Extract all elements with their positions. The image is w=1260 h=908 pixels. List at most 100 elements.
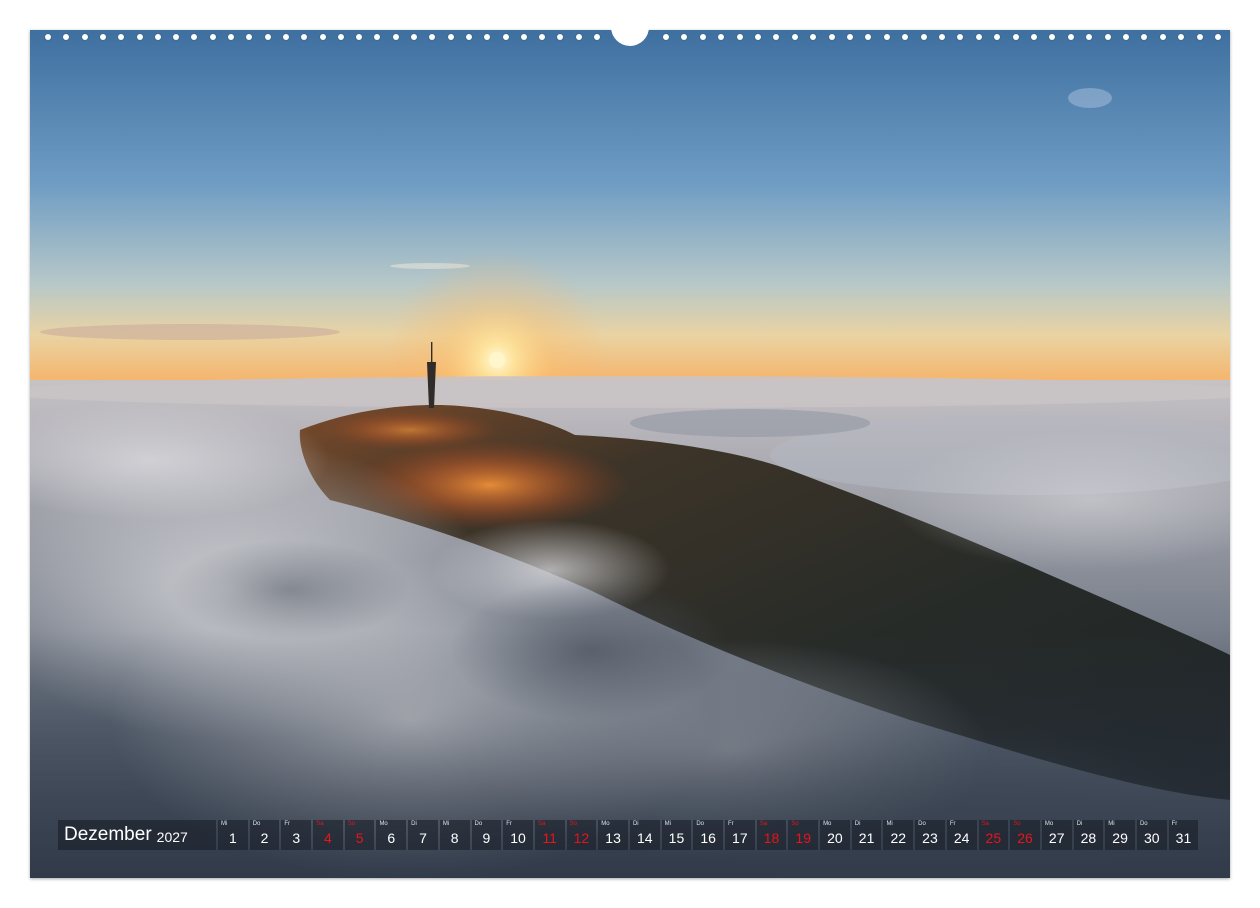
day-number: 11	[542, 830, 557, 846]
weekday-label: Do	[696, 821, 704, 827]
day-cell: So 5	[344, 820, 375, 850]
binding-hole-icon	[1159, 34, 1166, 40]
binding-hole-icon	[136, 34, 143, 40]
day-number: 22	[890, 830, 907, 846]
weekday-label: Sa	[316, 821, 324, 827]
binding-hole-icon	[154, 34, 161, 40]
binding-hole-icon	[319, 34, 326, 40]
binding-hole-icon	[282, 34, 289, 40]
binding-hole-icon	[191, 34, 198, 40]
binding-hole-icon	[920, 34, 927, 40]
month-label: Dezember 2027	[58, 820, 216, 850]
binding-hole-icon	[502, 34, 509, 40]
day-cell: Sa 4	[313, 820, 343, 850]
day-cell: Mo 6	[376, 820, 407, 850]
weekday-label: Do	[1139, 821, 1148, 827]
day-number: 30	[1143, 830, 1160, 846]
binding-hole-icon	[301, 34, 308, 40]
binding-hole-icon	[681, 34, 688, 40]
day-cell: Fr 10	[503, 820, 533, 850]
day-cell: Mi 22	[883, 820, 914, 850]
day-cell: Fr 31	[1168, 820, 1199, 850]
day-number: 8	[450, 830, 459, 846]
day-cell: Mo 27	[1041, 820, 1072, 850]
day-cell: Do 9	[471, 820, 502, 850]
day-number: 6	[387, 830, 396, 846]
day-number: 27	[1048, 830, 1065, 846]
day-number: 14	[636, 830, 653, 846]
day-number: 2	[260, 830, 269, 846]
day-cell: Fr 3	[281, 820, 312, 850]
binding-hole-icon	[939, 34, 945, 40]
day-number: 10	[510, 830, 526, 846]
day-number: 12	[573, 830, 590, 846]
binding-hole-icon	[356, 34, 363, 40]
day-number: 26	[1017, 830, 1033, 846]
weekday-label: Sa	[759, 821, 768, 827]
binding-hole-icon	[1215, 34, 1221, 40]
weekday-label: Mi	[1108, 821, 1115, 827]
binding-hole-icon	[1086, 34, 1093, 40]
day-cell: Sa 25	[978, 820, 1009, 850]
binding-hole-icon	[118, 34, 125, 40]
day-number: 13	[605, 830, 621, 846]
day-cell: So 26	[1010, 820, 1040, 850]
weekday-label: Mi	[664, 821, 671, 827]
binding-hole-icon	[484, 34, 491, 40]
binding-hole-icon	[699, 34, 706, 40]
landscape-photo	[30, 30, 1230, 878]
weekday-label: Mi	[886, 821, 893, 827]
day-number: 21	[858, 830, 875, 846]
binding-hole-icon	[594, 34, 600, 40]
weekday-label: So	[569, 821, 577, 827]
day-cell: Sa 11	[534, 820, 565, 850]
day-number: 15	[668, 830, 685, 846]
photo-illustration	[30, 30, 1230, 878]
binding-hole-icon	[1178, 34, 1185, 40]
day-cell: So 12	[566, 820, 597, 850]
day-cell: Di 14	[629, 820, 660, 850]
binding-hole-icon	[447, 34, 454, 40]
binding-hole-icon	[99, 34, 106, 40]
binding-hole-icon	[465, 34, 472, 40]
weekday-label: Mo	[601, 821, 610, 827]
day-number: 3	[292, 830, 301, 846]
hanger-notch-icon	[611, 18, 649, 46]
day-cell: Mo 20	[820, 820, 850, 850]
binding-hole-icon	[902, 34, 909, 40]
day-cell: Mi 29	[1105, 820, 1135, 850]
weekday-label: Mi	[442, 821, 450, 827]
binding-hole-icon	[45, 34, 51, 40]
day-number: 16	[700, 830, 716, 846]
day-cell: Di 28	[1073, 820, 1104, 850]
day-number: 5	[355, 830, 364, 846]
day-cell: Di 7	[408, 820, 438, 850]
weekday-label: So	[347, 821, 356, 827]
binding-hole-icon	[246, 34, 253, 40]
weekday-label: Fr	[949, 821, 956, 827]
binding-hole-icon	[539, 34, 546, 40]
weekday-label: Fr	[1171, 821, 1178, 827]
year: 2027	[156, 828, 188, 845]
weekday-label: Sa	[537, 821, 546, 827]
weekday-label: Mo	[379, 821, 388, 827]
binding-hole-icon	[773, 34, 780, 40]
binding-hole-icon	[1049, 34, 1056, 40]
binding-hole-icon	[755, 34, 761, 40]
weekday-label: Di	[411, 821, 417, 827]
binding-hole-icon	[1067, 34, 1074, 40]
binding-hole-icon	[736, 34, 743, 40]
day-cell: Sa 18	[756, 820, 787, 850]
binding-hole-icon	[847, 34, 853, 40]
weekday-label: Di	[632, 821, 639, 827]
binding-hole-icon	[663, 34, 669, 40]
weekday-label: Sa	[981, 821, 989, 827]
binding-hole-icon	[1031, 34, 1037, 40]
day-cell: Do 23	[915, 820, 945, 850]
weekday-label: Fr	[284, 821, 291, 827]
binding-hole-icon	[411, 34, 417, 40]
day-number: 31	[1175, 830, 1192, 846]
binding-hole-icon	[718, 34, 725, 40]
binding-hole-icon	[883, 34, 890, 40]
weekday-label: Do	[474, 821, 483, 827]
